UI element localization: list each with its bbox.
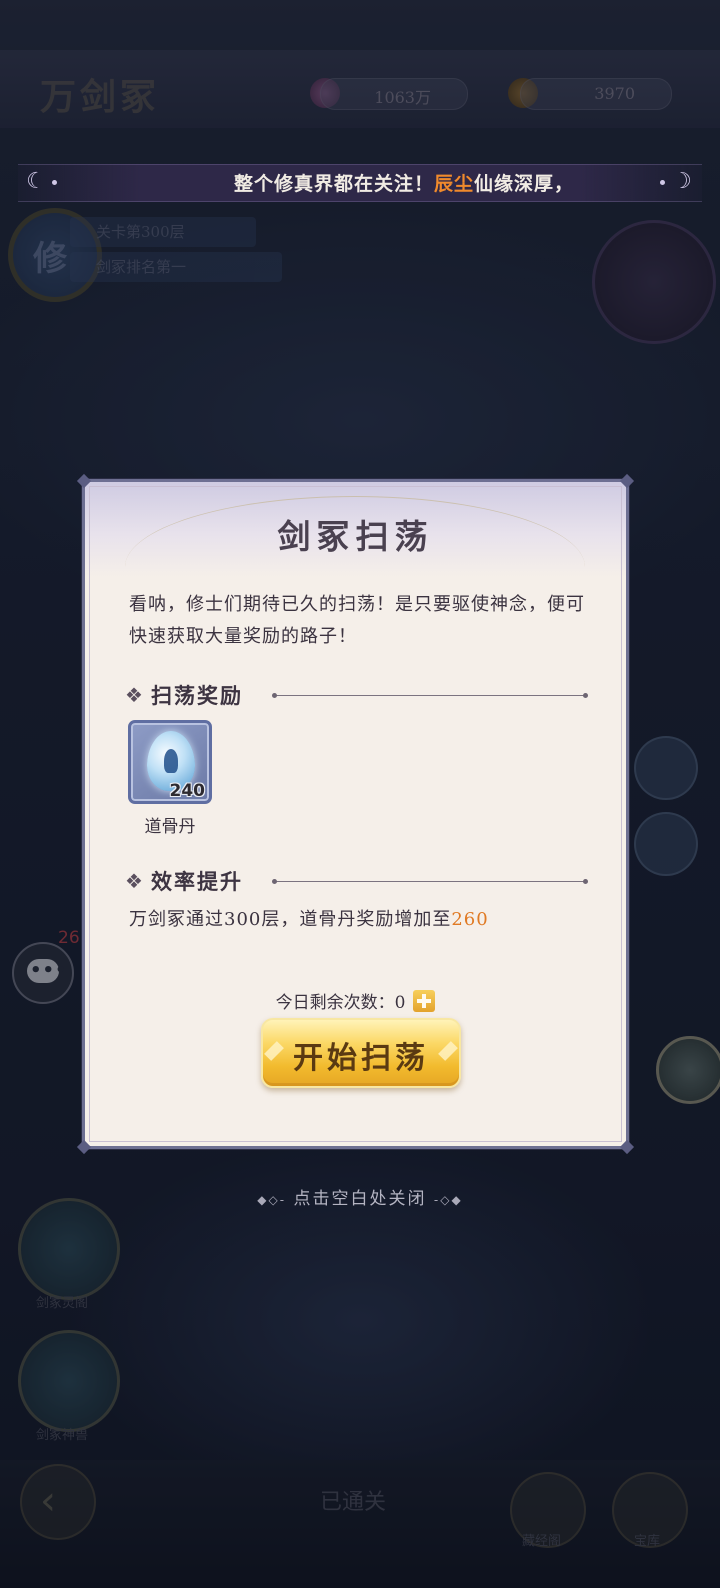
sweep-dialog: 剑冢扫荡 看呐，修士们期待已久的扫荡！是只要驱使神念，便可快速获取大量奖励的路子…: [76, 473, 635, 1155]
broadcast-text: 整个修真界都在关注！辰尘仙缘深厚，: [234, 173, 575, 195]
remaining-attempts: 今日剩余次数：0: [85, 988, 626, 1013]
add-attempts-plus-icon[interactable]: [413, 990, 436, 1012]
rewards-section-header: ❖ 扫荡奖励: [125, 683, 243, 708]
reward-quantity: 240: [169, 781, 206, 801]
dot-ornament: [660, 180, 665, 185]
broadcast-player-name: 辰尘: [434, 173, 475, 195]
dialog-title: 剑冢扫荡: [277, 517, 434, 556]
diamond-ornament-icon: ◆◇-: [257, 1193, 287, 1207]
dot-ornament: [52, 180, 57, 185]
section-divider: [272, 879, 588, 884]
crescent-moon-icon: ☽: [672, 169, 692, 194]
remaining-count: 0: [394, 993, 406, 1013]
section-divider: [272, 693, 588, 698]
crescent-moon-icon: ☾: [26, 169, 46, 194]
diamond-ornament-icon: -◇◆: [433, 1193, 463, 1207]
dialog-description: 看呐，修士们期待已久的扫荡！是只要驱使神念，便可快速获取大量奖励的路子！: [129, 594, 585, 647]
reward-item-card[interactable]: 240: [128, 720, 212, 804]
diamond-ornament-icon: ❖: [125, 869, 143, 893]
efficiency-bonus-text: 万剑冢通过300层，道骨丹奖励增加至260: [129, 909, 489, 930]
efficiency-section-header: ❖ 效率提升: [125, 869, 243, 894]
broadcast-banner: ☾ ☽ 整个修真界都在关注！辰尘仙缘深厚，: [18, 164, 702, 202]
bonus-value: 260: [451, 909, 489, 930]
diamond-ornament-icon: ❖: [125, 683, 143, 707]
start-sweep-button[interactable]: 开始扫荡: [261, 1018, 461, 1088]
close-hint[interactable]: ◆◇- 点击空白处关闭 -◇◆: [0, 1184, 720, 1209]
reward-item-name: 道骨丹: [144, 817, 196, 837]
